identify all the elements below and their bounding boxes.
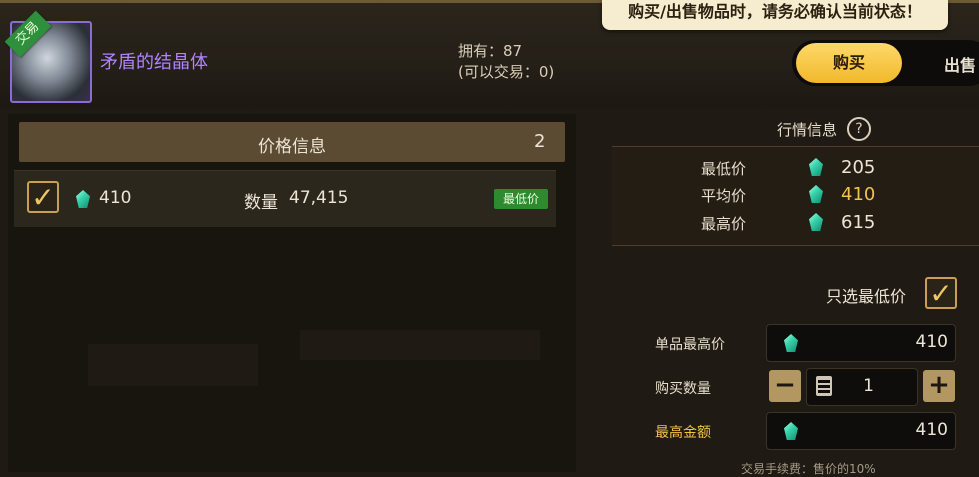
max-total-label: 最高金额 — [655, 425, 711, 441]
qty-increase-button[interactable]: + — [923, 370, 955, 402]
market-info-title: 行情信息 — [777, 121, 838, 139]
fee-text: 交易手续费：售价的10% — [741, 462, 876, 476]
warning-tooltip: 购买/出售物品时，请务必确认当前状态！ — [602, 0, 948, 30]
price-info-title: 价格信息 — [258, 137, 326, 157]
tradable-count: (可以交易：0) — [458, 63, 555, 81]
help-icon[interactable]: ? — [847, 117, 871, 141]
only-lowest-label: 只选最低价 — [826, 287, 907, 306]
owned-count: 拥有：87 — [458, 42, 523, 60]
background-ghost — [88, 344, 258, 386]
avg-price-label: 平均价 — [701, 187, 747, 205]
max-price-value: 615 — [841, 212, 876, 233]
item-name: 矛盾的结晶体 — [100, 52, 208, 73]
min-price-label: 最低价 — [701, 160, 747, 178]
max-unit-price-label: 单品最高价 — [655, 337, 725, 353]
max-price-label: 最高价 — [701, 215, 747, 233]
sell-tab-button[interactable]: 出售 — [944, 52, 976, 76]
buy-tab-button[interactable]: 购买 — [796, 43, 902, 83]
row-price: 410 — [99, 188, 132, 208]
market-info-box — [612, 146, 979, 246]
max-unit-price-value: 410 — [915, 332, 948, 352]
calculator-icon[interactable] — [816, 376, 832, 396]
background-ghost — [300, 330, 540, 360]
price-panel — [8, 114, 576, 472]
row-qty-label: 数量 — [244, 193, 278, 213]
lowest-price-badge: 最低价 — [494, 189, 548, 209]
only-lowest-checkbox[interactable]: ✓ — [925, 277, 957, 309]
price-row[interactable] — [14, 170, 556, 227]
avg-price-value: 410 — [841, 184, 876, 205]
row-qty: 47,415 — [289, 188, 349, 208]
buy-qty-label: 购买数量 — [655, 381, 711, 397]
row-select-checkbox[interactable]: ✓ — [27, 181, 59, 213]
price-info-count: 2 — [534, 131, 546, 152]
buy-qty-value: 1 — [863, 376, 874, 396]
min-price-value: 205 — [841, 157, 876, 178]
max-total-value: 410 — [915, 420, 948, 440]
qty-decrease-button[interactable]: − — [769, 370, 801, 402]
